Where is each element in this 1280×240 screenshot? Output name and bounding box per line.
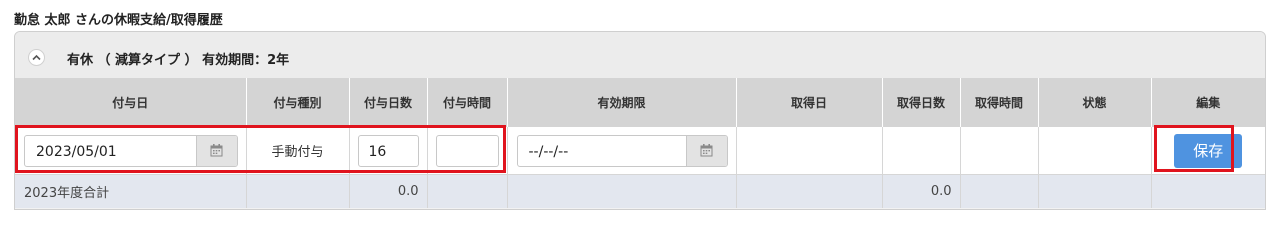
save-button[interactable]: 保存: [1174, 133, 1243, 168]
history-table: 付与日 付与種別 付与日数 付与時間 有効期限 取得日 取得日数 取得時間 状態…: [15, 78, 1265, 208]
grant-date-input[interactable]: 2023/05/01: [24, 134, 238, 167]
calendar-icon: [210, 143, 222, 156]
expiry-date-calendar-button[interactable]: [685, 135, 727, 166]
expiry-date-input[interactable]: --/--/--: [516, 134, 728, 167]
panel-header: 有休 （ 減算タイプ ） 有効期間：2年: [15, 32, 1265, 78]
column-header: 付与日数: [348, 78, 427, 127]
grant-days-total: 0.0: [348, 174, 427, 208]
grant-date-calendar-button[interactable]: [195, 135, 237, 166]
status-cell: [1037, 127, 1151, 175]
total-row: 2023年度合計 0.0 0.0: [15, 174, 1265, 208]
column-header: 状態: [1037, 78, 1151, 127]
column-header: 取得日数: [881, 78, 960, 127]
total-label: 2023年度合計: [15, 174, 246, 208]
acquired-days-total: 0.0: [881, 174, 960, 208]
table-header-row: 付与日 付与種別 付与日数 付与時間 有効期限 取得日 取得日数 取得時間 状態…: [15, 78, 1265, 127]
collapse-button[interactable]: [28, 49, 45, 66]
column-header: 付与日: [15, 78, 246, 127]
acquired-hours-cell: [959, 127, 1038, 175]
column-header: 付与種別: [245, 78, 349, 127]
page-title: 勤怠 太郎 さんの休暇支給/取得履歴: [14, 13, 223, 28]
grant-days-input[interactable]: 16: [357, 134, 419, 167]
column-header: 有効期限: [506, 78, 736, 127]
panel-title: 有休 （ 減算タイプ ） 有効期間：2年: [67, 53, 290, 68]
column-header: 取得日: [735, 78, 882, 127]
grant-type: 手動付与: [245, 127, 349, 175]
leave-panel: 有休 （ 減算タイプ ） 有効期間：2年 付与日 付与種別 付与日数 付与時間 …: [14, 31, 1266, 210]
grant-hours-input[interactable]: [435, 134, 499, 167]
column-header: 編集: [1150, 78, 1265, 127]
grant-date-value: 2023/05/01: [36, 143, 117, 160]
edit-row: 2023/05/01 手動付与 16 --/--/-- 保存: [15, 127, 1265, 175]
expiry-date-value: --/--/--: [528, 143, 569, 160]
column-header: 取得時間: [959, 78, 1038, 127]
calendar-icon: [700, 143, 712, 156]
acquired-date-cell: [735, 127, 882, 175]
column-header: 付与時間: [426, 78, 507, 127]
acquired-days-cell: [881, 127, 960, 175]
chevron-up-icon: [32, 54, 41, 61]
